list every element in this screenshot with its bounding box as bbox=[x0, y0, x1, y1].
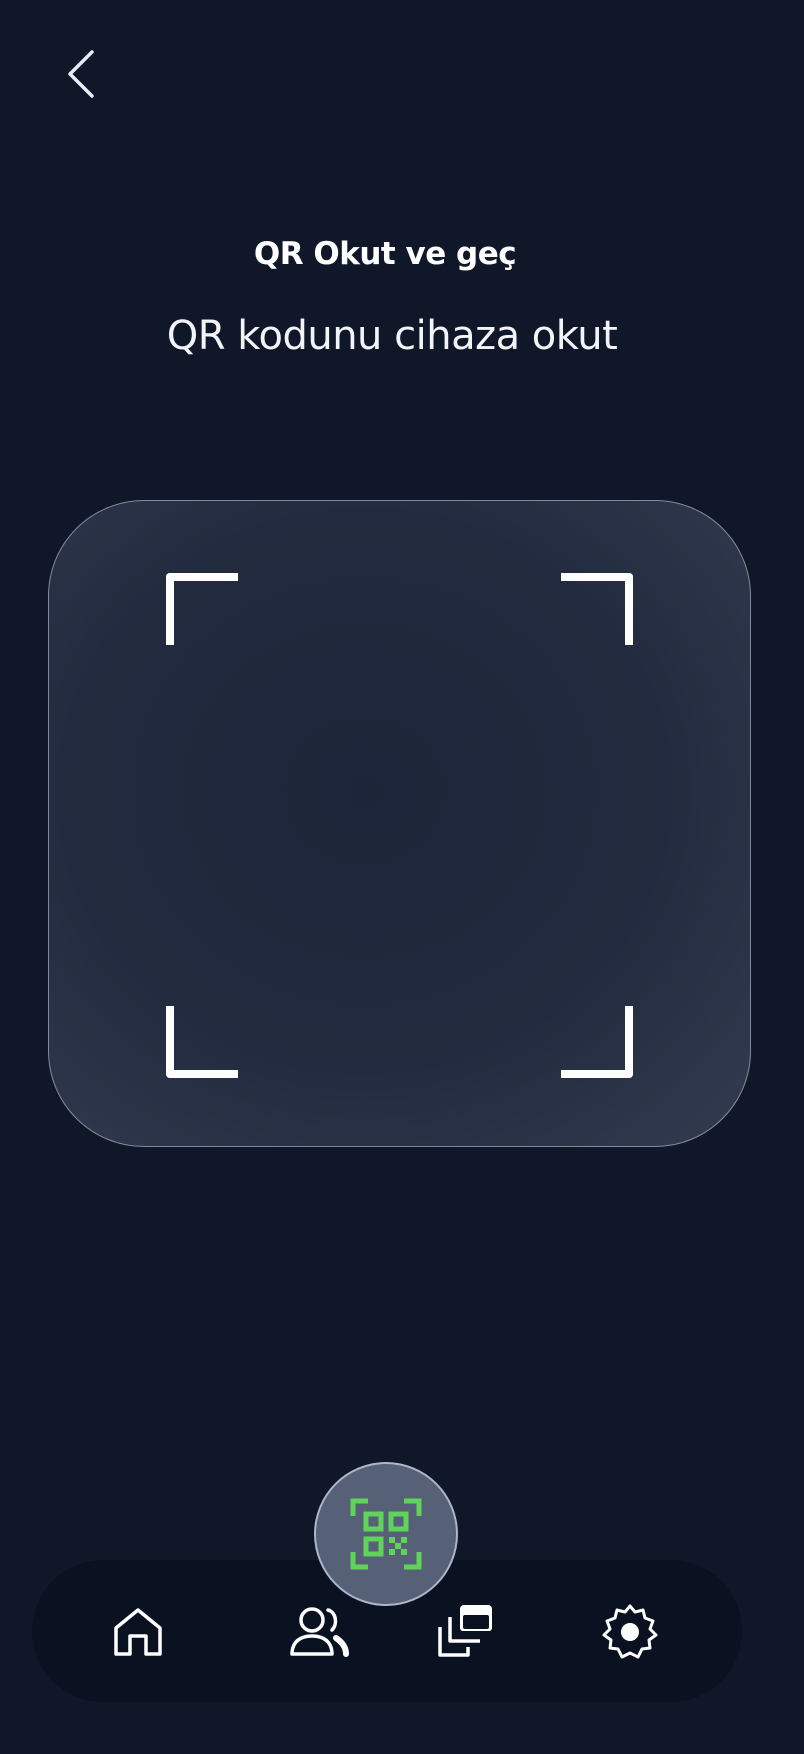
scan-corner-top-left bbox=[166, 573, 238, 645]
scan-qr-button[interactable] bbox=[314, 1462, 458, 1606]
home-icon bbox=[114, 1608, 162, 1656]
scan-corner-top-right bbox=[561, 573, 633, 645]
qr-code-icon bbox=[350, 1498, 422, 1570]
users-icon bbox=[290, 1607, 349, 1657]
chevron-left-icon bbox=[68, 50, 94, 98]
gear-icon bbox=[602, 1604, 658, 1659]
qr-scan-frame bbox=[48, 500, 751, 1147]
cards-icon bbox=[438, 1605, 492, 1657]
nav-home[interactable] bbox=[106, 1600, 170, 1664]
back-button[interactable] bbox=[56, 44, 108, 104]
nav-cards[interactable] bbox=[434, 1600, 498, 1664]
qr-scan-screen: QR Okut ve geç QR kodunu cihaza okut bbox=[0, 0, 804, 1754]
page-title: QR Okut ve geç bbox=[253, 236, 517, 272]
scan-corner-bottom-right bbox=[561, 1006, 633, 1078]
page-subtitle: QR kodunu cihaza okut bbox=[166, 313, 618, 359]
nav-users[interactable] bbox=[286, 1600, 350, 1664]
scan-corner-bottom-left bbox=[166, 1006, 238, 1078]
nav-settings[interactable] bbox=[598, 1600, 662, 1664]
